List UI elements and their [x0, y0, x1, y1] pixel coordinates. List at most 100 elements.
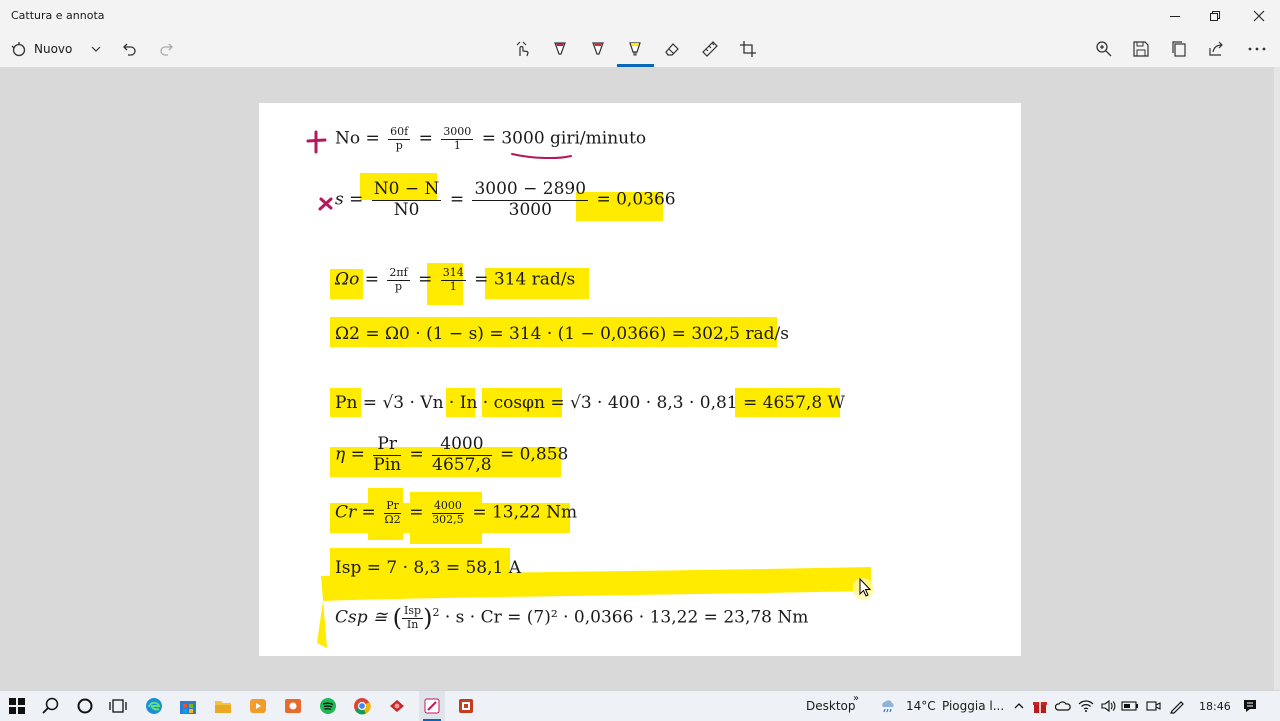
equation-omega-o: Ωo = 2πf p = 314 1 = 314 rad/s — [335, 266, 576, 293]
toolbar-overflow[interactable]: » — [853, 693, 859, 704]
screenshot-page[interactable]: No = 60f p = 3000 1 = 3000 giri/minuto s =… — [259, 103, 1021, 656]
powerpoint-icon — [459, 699, 473, 713]
new-snip-label: Nuovo — [34, 41, 73, 56]
new-snip-button[interactable]: Nuovo — [10, 32, 90, 65]
snip-sketch-icon — [424, 698, 440, 714]
taskbar-snip-sketch[interactable] — [419, 691, 445, 721]
wifi-icon — [1078, 700, 1094, 712]
equation-no: No = 60f p = 3000 1 = 3000 giri/minuto — [335, 125, 647, 152]
touch-writing-icon — [516, 41, 529, 56]
ballpoint-pen-icon — [554, 41, 566, 55]
equation-omega-2: Ω2 = Ω0 · (1 − s) = 314 · (1 − 0,0366) =… — [335, 324, 789, 344]
ballpoint-pen-button[interactable] — [549, 32, 571, 65]
cortana-icon — [77, 698, 93, 714]
more-options-button[interactable] — [1244, 32, 1270, 65]
zoom-button[interactable] — [1093, 32, 1115, 65]
taskbar-chrome[interactable] — [349, 691, 375, 721]
taskbar-edge[interactable] — [141, 691, 167, 721]
plus-mark-icon — [306, 130, 327, 154]
taskbar-media-player[interactable] — [245, 691, 271, 721]
photos-icon — [285, 699, 301, 713]
save-button[interactable] — [1130, 32, 1152, 65]
tray-battery[interactable] — [1120, 691, 1140, 721]
tray-expand-button[interactable] — [1010, 691, 1028, 721]
tray-onedrive[interactable] — [1053, 691, 1073, 721]
tray-volume[interactable] — [1098, 691, 1118, 721]
weather-temperature[interactable]: 14°C — [906, 699, 936, 713]
touch-writing-button[interactable] — [512, 32, 534, 65]
undo-button[interactable] — [118, 32, 140, 65]
close-icon — [1253, 10, 1265, 22]
copy-icon — [1172, 40, 1186, 57]
clock-time[interactable]: 18:46 — [1199, 700, 1231, 713]
redo-button[interactable] — [156, 32, 178, 65]
windows-start-icon — [9, 698, 25, 714]
taskbar-red-app[interactable] — [384, 691, 410, 721]
taskbar: Desktop » 14°C Pioggia l... 18:46 — [0, 690, 1280, 721]
cortana-button[interactable] — [72, 691, 98, 721]
start-button[interactable] — [4, 691, 30, 721]
tray-network[interactable] — [1076, 691, 1096, 721]
task-view-button[interactable] — [105, 691, 131, 721]
taskbar-photos[interactable] — [280, 691, 306, 721]
ruler-button[interactable] — [699, 32, 721, 65]
highlighter-icon — [629, 41, 641, 56]
taskbar-store[interactable] — [175, 691, 201, 721]
tray-app-1[interactable] — [1030, 691, 1050, 721]
taskbar-spotify[interactable] — [315, 691, 341, 721]
underline-stroke — [511, 153, 572, 160]
crop-button[interactable] — [737, 32, 759, 65]
close-button[interactable] — [1236, 0, 1280, 32]
ruler-icon — [702, 40, 718, 57]
new-snip-dropdown[interactable] — [86, 32, 106, 65]
pencil-icon — [592, 41, 604, 55]
eraser-icon — [665, 42, 679, 56]
equation-eta: η = Pr Pin = 4000 4657,8 = 0,858 — [335, 434, 569, 475]
weather-condition[interactable]: Pioggia l... — [942, 699, 1004, 713]
window-title: Cattura e annota — [11, 9, 105, 22]
search-button[interactable] — [38, 691, 64, 721]
pencil-button[interactable] — [587, 32, 609, 65]
store-icon — [180, 701, 196, 714]
tray-pen-workspace[interactable] — [1166, 691, 1188, 721]
spotify-icon — [320, 698, 336, 714]
edge-icon — [146, 698, 162, 714]
battery-icon — [1121, 701, 1138, 711]
pen-workspace-icon — [1170, 701, 1184, 714]
notifications-icon — [1244, 700, 1256, 712]
chevron-up-icon — [1014, 703, 1024, 709]
weather-widget-icon-wrap[interactable] — [877, 691, 899, 721]
equation-slip: s = N0 − N N0 = 3000 − 2890 3000 = 0,0366 — [335, 179, 676, 220]
title-bar: Cattura e annota — [0, 0, 1280, 32]
x-mark-icon — [318, 197, 333, 211]
undo-icon — [123, 43, 136, 56]
redo-icon — [160, 43, 173, 56]
more-icon — [1248, 47, 1266, 50]
chrome-icon — [354, 698, 371, 715]
share-button[interactable] — [1205, 32, 1227, 65]
eraser-button[interactable] — [661, 32, 683, 65]
new-snip-icon — [11, 41, 26, 56]
vertical-scrollbar[interactable] — [1274, 67, 1280, 690]
rain-cloud-icon — [882, 700, 894, 713]
search-icon — [42, 697, 59, 714]
tray-meet-now[interactable] — [1143, 691, 1163, 721]
copy-button[interactable] — [1168, 32, 1190, 65]
cloud-icon — [1055, 701, 1071, 711]
taskbar-powerpoint[interactable] — [453, 691, 479, 721]
action-center-button[interactable] — [1238, 691, 1262, 721]
gift-icon — [1033, 702, 1047, 713]
media-player-icon — [250, 699, 266, 713]
mouse-cursor-icon — [853, 577, 874, 600]
file-explorer-icon — [215, 701, 231, 713]
highlighter-button[interactable] — [624, 32, 646, 65]
chevron-down-icon — [91, 46, 101, 52]
desktop-toolbar-label[interactable]: Desktop — [806, 699, 856, 713]
toolbar: Nuovo — [0, 32, 1280, 67]
save-icon — [1133, 40, 1149, 57]
equation-csp: Csp ≅ (Isp In)2 · s · Cr = (7)² · 0,0366 … — [335, 603, 809, 632]
zoom-icon — [1096, 40, 1112, 56]
restore-button[interactable] — [1192, 0, 1238, 32]
taskbar-file-explorer[interactable] — [210, 691, 236, 721]
restore-icon — [1210, 11, 1220, 21]
